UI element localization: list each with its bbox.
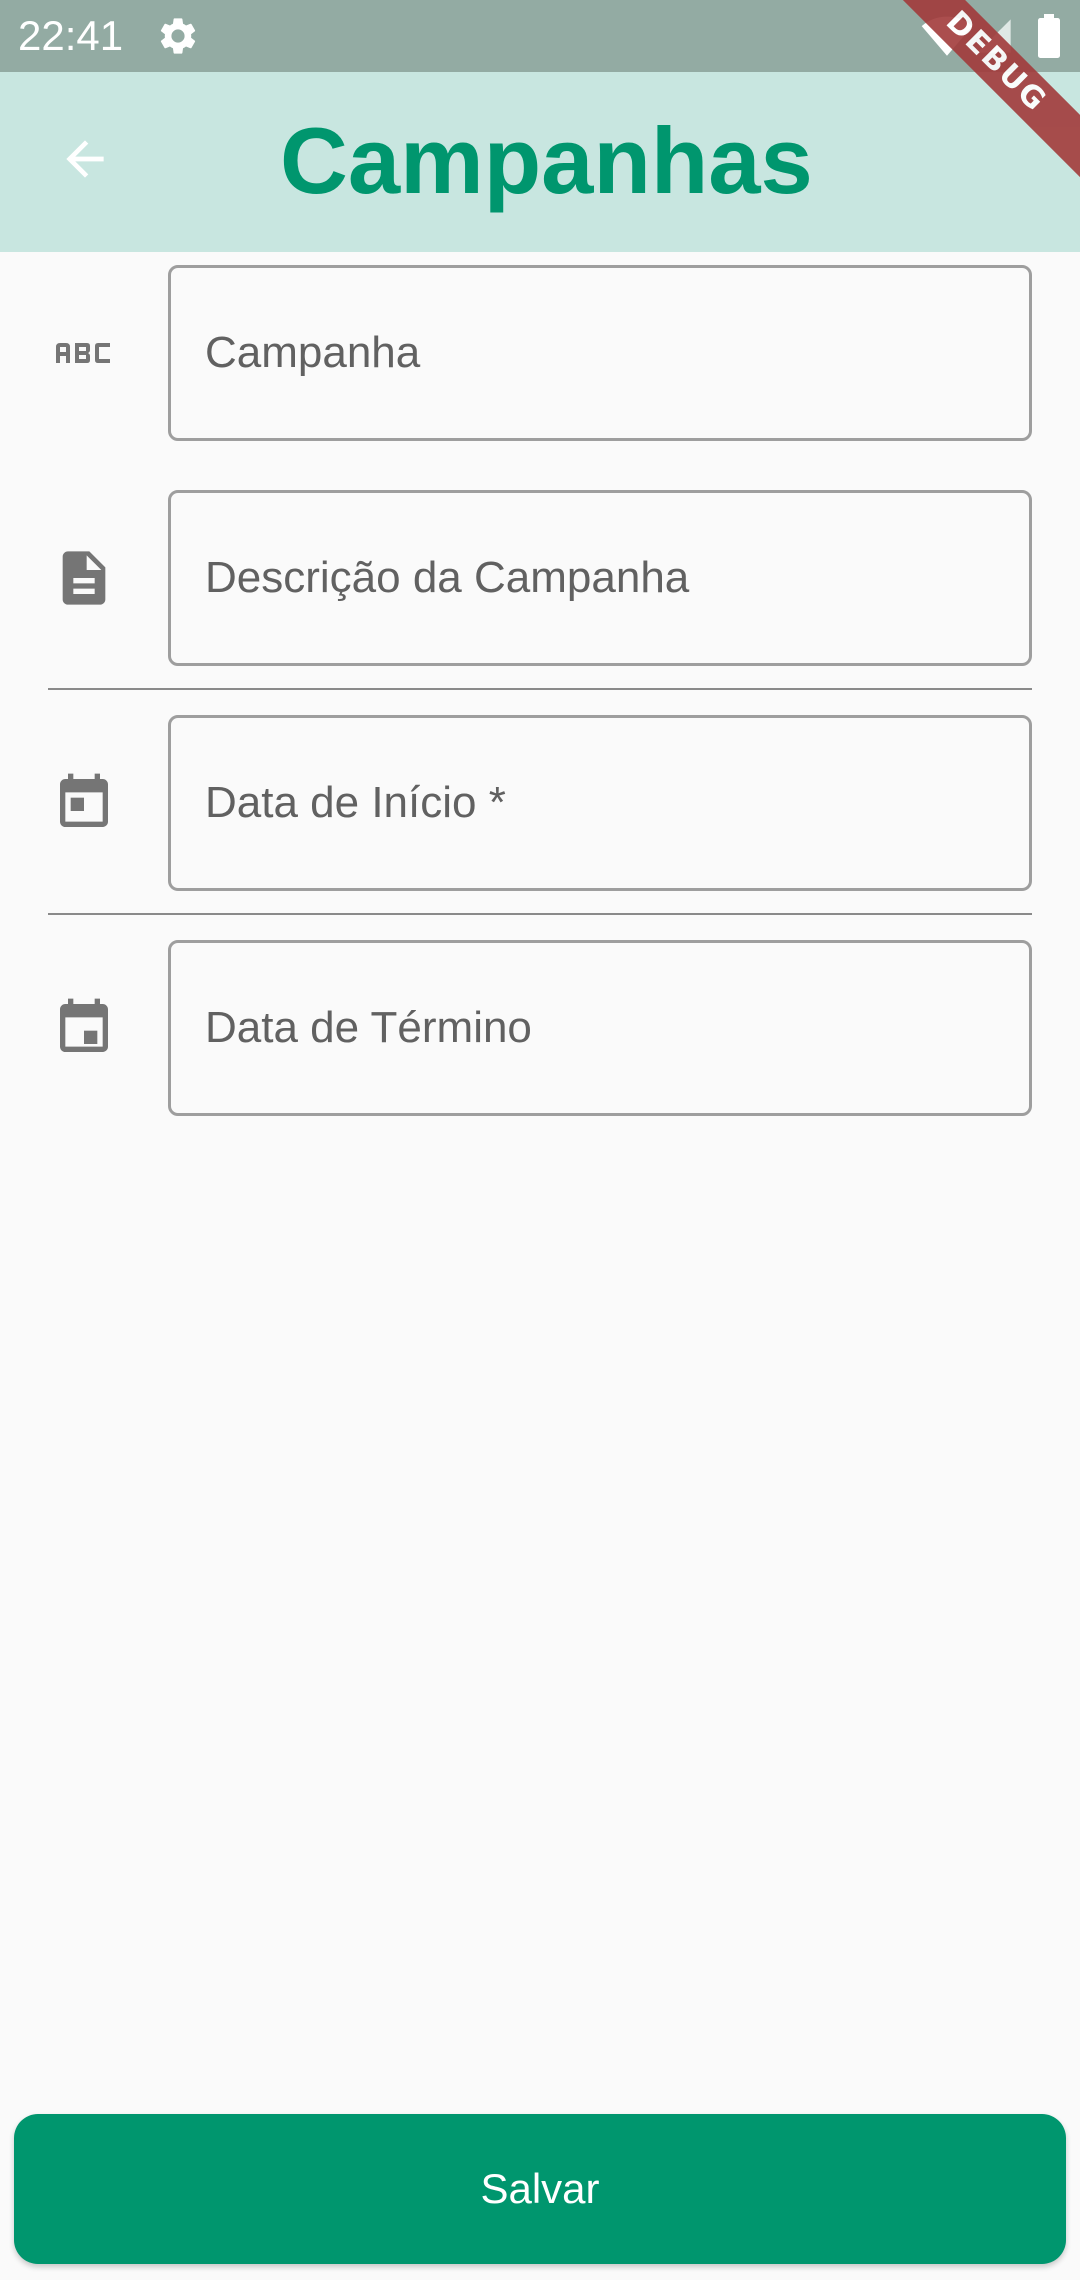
save-button-label: Salvar [480,2165,600,2212]
end-date-placeholder: Data de Término [205,1003,532,1052]
calendar-start-icon [48,767,120,839]
page-title: Campanhas [280,108,813,213]
gear-icon [156,14,200,58]
start-date-field[interactable]: Data de Início * [168,715,1032,891]
campaign-description-placeholder: Descrição da Campanha [205,553,690,602]
campaign-description-row: Descrição da Campanha [0,490,1080,666]
campaign-name-placeholder: Campanha [205,328,421,377]
abc-icon [48,317,120,389]
end-date-field[interactable]: Data de Término [168,940,1032,1116]
status-time: 22:41 [18,12,124,59]
divider [48,688,1032,690]
end-date-row: Data de Término [0,940,1080,1116]
campaign-description-field[interactable]: Descrição da Campanha [168,490,1032,666]
campaign-form-screen: 22:41 Campanhas DEBUG Campanha Descrição… [0,0,1080,2280]
battery-icon [1036,14,1062,58]
document-icon [48,542,120,614]
arrow-back-icon [57,131,113,192]
divider [48,913,1032,915]
campaign-name-field[interactable]: Campanha [168,265,1032,441]
app-bar: Campanhas [0,72,1080,252]
save-button[interactable]: Salvar [14,2114,1066,2264]
start-date-row: Data de Início * [0,715,1080,891]
start-date-placeholder: Data de Início * [205,778,506,827]
back-button[interactable] [40,116,130,206]
campaign-name-row: Campanha [0,265,1080,441]
calendar-end-icon [48,992,120,1064]
